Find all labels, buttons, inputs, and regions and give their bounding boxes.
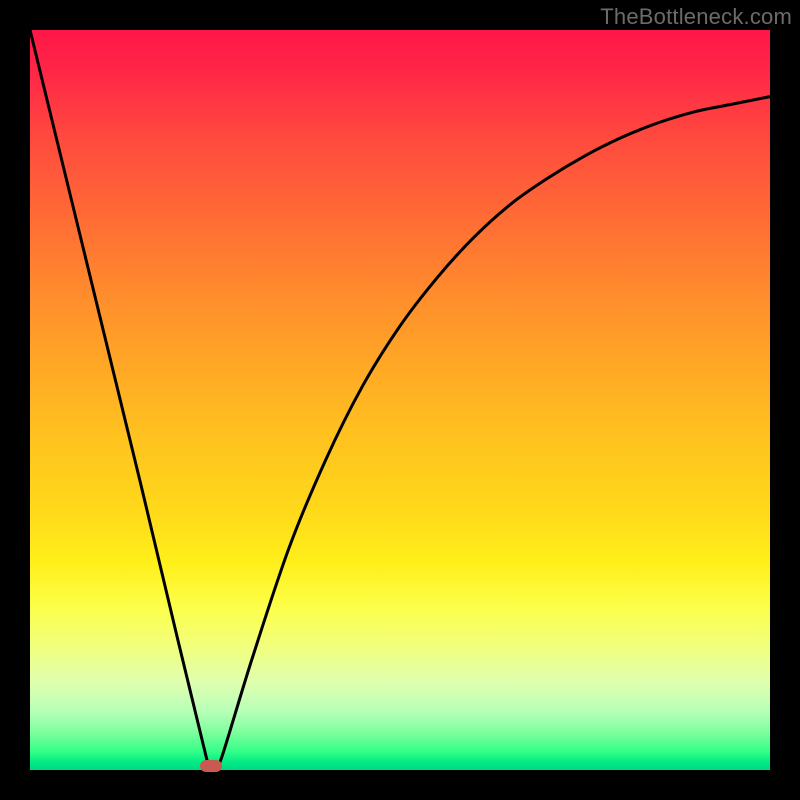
- watermark-text: TheBottleneck.com: [600, 4, 792, 30]
- plot-area: [30, 30, 770, 770]
- chart-frame: TheBottleneck.com: [0, 0, 800, 800]
- optimum-marker: [200, 760, 222, 772]
- curve-svg: [30, 30, 770, 770]
- bottleneck-curve-path: [30, 30, 770, 770]
